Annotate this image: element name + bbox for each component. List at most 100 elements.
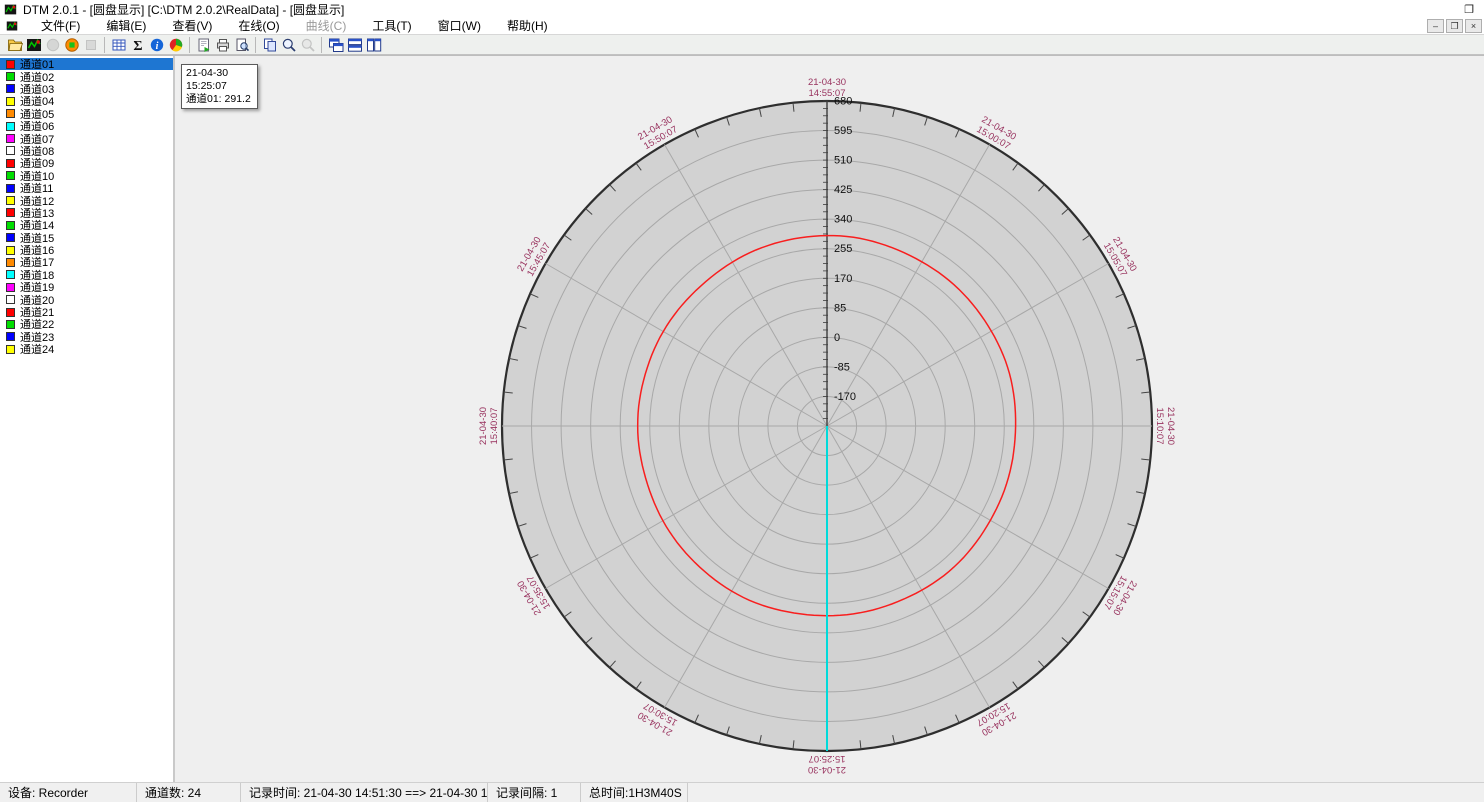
channel-color-swatch [6, 184, 15, 193]
time-label: 21-04-3015:25:07 [808, 753, 846, 775]
print-preview-icon[interactable] [232, 35, 251, 54]
chart-panel: 680595510425340255170850-85-17021-04-301… [175, 56, 1484, 782]
record-active-icon[interactable] [62, 35, 81, 54]
channel-color-swatch [6, 295, 15, 304]
channel-sidebar: 通道01通道02通道03通道04通道05通道06通道07通道08通道09通道10… [0, 56, 175, 782]
status-segment-1: 通道数: 24 [137, 783, 241, 802]
channel-color-swatch [6, 146, 15, 155]
channel-color-swatch [6, 122, 15, 131]
value-axis-label: 85 [834, 302, 846, 314]
zoom-icon[interactable] [279, 35, 298, 54]
value-axis-label: 425 [834, 184, 852, 196]
toolbar: Σi [0, 34, 1484, 55]
time-label-date: 21-04-30 [1165, 407, 1176, 445]
zoom-alt-icon [298, 35, 317, 54]
channel-color-swatch [6, 308, 15, 317]
status-segment-4: 总时间:1H3M40S [581, 783, 688, 802]
cascade-windows-icon[interactable] [326, 35, 345, 54]
toolbar-separator [189, 37, 190, 53]
title-bar: DTM 2.0.1 - [圆盘显示] [C:\DTM 2.0.2\RealDat… [0, 0, 1484, 18]
channel-list-item[interactable]: 通道24 [0, 343, 173, 355]
svg-text:i: i [155, 41, 158, 52]
channel-color-swatch [6, 246, 15, 255]
menu-item-0[interactable]: 文件(F) [28, 18, 93, 34]
status-segment-3: 记录间隔: 1 [488, 783, 581, 802]
time-label-time: 15:25:07 [809, 753, 846, 764]
time-label: 21-04-3015:40:07 [478, 407, 500, 445]
channel-color-swatch [6, 233, 15, 242]
channel-color-swatch [6, 97, 15, 106]
client-area: 通道01通道02通道03通道04通道05通道06通道07通道08通道09通道10… [0, 55, 1484, 782]
time-label: 21-04-3014:55:07 [808, 77, 846, 99]
mdi-minimize-icon[interactable]: – [1427, 19, 1444, 33]
channel-color-swatch [6, 84, 15, 93]
channel-label: 通道24 [20, 341, 54, 357]
time-label-date: 21-04-30 [478, 407, 489, 445]
tooltip-date: 21-04-30 [186, 67, 253, 80]
channel-list: 通道01通道02通道03通道04通道05通道06通道07通道08通道09通道10… [0, 58, 173, 355]
menu-item-2[interactable]: 查看(V) [159, 18, 225, 34]
info-icon[interactable]: i [147, 35, 166, 54]
record-idle-icon [43, 35, 62, 54]
pie-chart-icon[interactable] [166, 35, 185, 54]
time-label-date: 21-04-30 [808, 764, 846, 775]
channel-color-swatch [6, 283, 15, 292]
print-icon[interactable] [213, 35, 232, 54]
stop-icon [81, 35, 100, 54]
value-axis-label: 595 [834, 125, 852, 137]
mdi-close-icon[interactable]: × [1465, 19, 1482, 33]
time-label-date: 21-04-30 [808, 77, 846, 88]
channel-color-swatch [6, 208, 15, 217]
tile-horizontal-icon[interactable] [345, 35, 364, 54]
status-segment-0: 设备: Recorder [0, 783, 137, 802]
menu-item-1[interactable]: 编辑(E) [93, 18, 159, 34]
trend-logo-icon[interactable] [24, 35, 43, 54]
menu-item-7[interactable]: 帮助(H) [494, 18, 561, 34]
cursor-tooltip: 21-04-30 15:25:07 通道01: 291.2 [181, 64, 258, 109]
menu-item-3[interactable]: 在线(O) [225, 18, 292, 34]
sum-icon[interactable]: Σ [128, 35, 147, 54]
tooltip-time: 15:25:07 [186, 80, 253, 93]
tooltip-value: 通道01: 291.2 [186, 93, 253, 106]
status-bar: 设备: Recorder通道数: 24记录时间: 21-04-30 14:51:… [0, 782, 1484, 802]
menu-item-4[interactable]: 曲线(C) [293, 18, 360, 34]
channel-color-swatch [6, 159, 15, 168]
value-axis-label: 170 [834, 273, 852, 285]
toolbar-separator [321, 37, 322, 53]
channel-color-swatch [6, 332, 15, 341]
menu-bar: 文件(F)编辑(E)查看(V)在线(O)曲线(C)工具(T)窗口(W)帮助(H)… [0, 18, 1484, 34]
mdi-child-icon [6, 20, 18, 32]
value-axis-label: 255 [834, 243, 852, 255]
value-axis-label: 0 [834, 332, 840, 344]
value-axis-label: 340 [834, 214, 852, 226]
channel-color-swatch [6, 258, 15, 267]
restore-icon[interactable]: ❐ [1454, 0, 1484, 18]
time-label-time: 15:40:07 [489, 408, 500, 445]
export-icon[interactable] [194, 35, 213, 54]
tile-vertical-icon[interactable] [364, 35, 383, 54]
channel-color-swatch [6, 134, 15, 143]
menu-items: 文件(F)编辑(E)查看(V)在线(O)曲线(C)工具(T)窗口(W)帮助(H) [28, 18, 561, 34]
polar-chart-svg[interactable]: 680595510425340255170850-85-17021-04-301… [175, 56, 1482, 783]
svg-text:Σ: Σ [133, 39, 142, 53]
copy-icon[interactable] [260, 35, 279, 54]
time-label-time: 14:55:07 [809, 88, 846, 99]
channel-color-swatch [6, 270, 15, 279]
status-segment-empty [688, 783, 1484, 802]
channel-color-swatch [6, 72, 15, 81]
data-table-icon[interactable] [109, 35, 128, 54]
channel-color-swatch [6, 320, 15, 329]
channel-color-swatch [6, 196, 15, 205]
toolbar-separator [255, 37, 256, 53]
window-title: DTM 2.0.1 - [圆盘显示] [C:\DTM 2.0.2\RealDat… [23, 1, 344, 18]
open-file-icon[interactable] [5, 35, 24, 54]
channel-color-swatch [6, 109, 15, 118]
value-axis-label: 510 [834, 155, 852, 167]
status-segment-2: 记录时间: 21-04-30 14:51:30 ==> 21-04-30 15:… [241, 783, 488, 802]
mdi-restore-icon[interactable]: ❐ [1446, 19, 1463, 33]
time-label: 21-04-3015:10:07 [1154, 407, 1176, 445]
menu-item-5[interactable]: 工具(T) [359, 18, 424, 34]
menu-item-6[interactable]: 窗口(W) [425, 18, 494, 34]
value-axis-label: -85 [834, 361, 850, 373]
mdi-window-controls: –❐× [1427, 19, 1484, 33]
